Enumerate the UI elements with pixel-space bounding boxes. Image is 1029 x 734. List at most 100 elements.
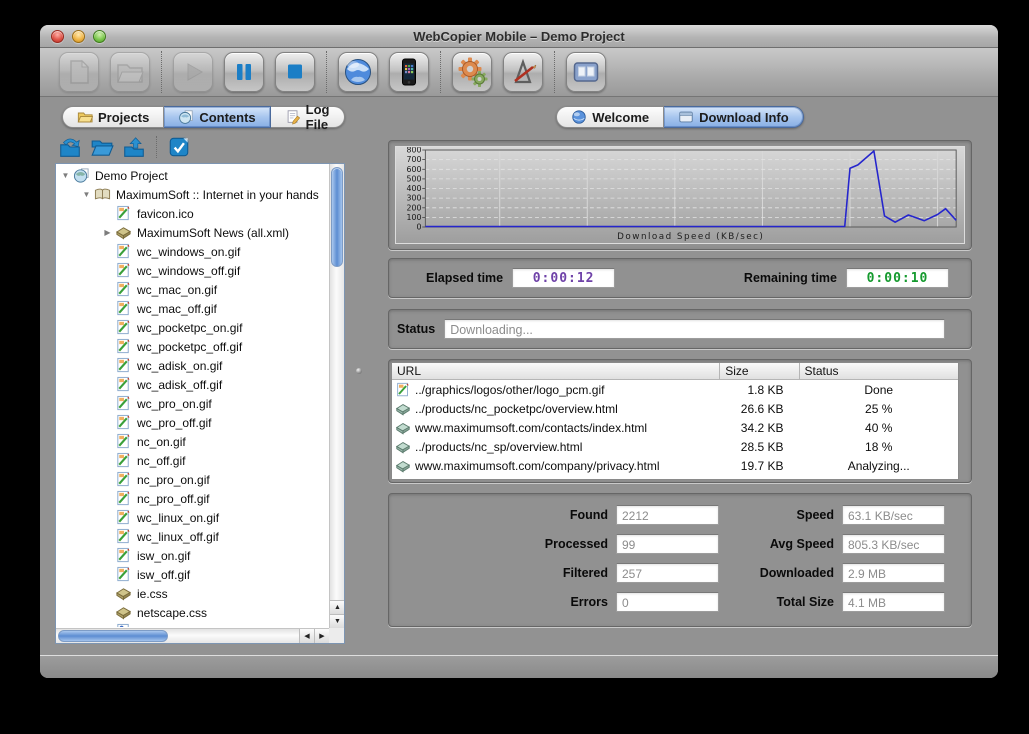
tree-horizontal-scrollbar[interactable]: ◀ ▶ [56, 628, 329, 643]
splitter-handle-icon[interactable] [356, 368, 362, 374]
browser-button[interactable] [338, 52, 378, 92]
column-header-url[interactable]: URL [392, 363, 720, 379]
tree-item-wc-windows-off-gif[interactable]: wc_windows_off.gif [56, 261, 328, 280]
expander-open-icon[interactable]: ▼ [58, 171, 73, 180]
stat-field-filtered[interactable]: 257 [616, 563, 719, 583]
update-project-button[interactable] [57, 134, 83, 160]
svg-text:700: 700 [407, 155, 422, 164]
scroll-right-button[interactable]: ▶ [314, 629, 329, 643]
column-header-status[interactable]: Status [800, 363, 958, 379]
design-tools-button[interactable] [503, 52, 543, 92]
scroll-up-button[interactable]: ▲ [330, 600, 345, 614]
scroll-left-button[interactable]: ◀ [299, 629, 314, 643]
tree-item-isw-off-gif[interactable]: isw_off.gif [56, 565, 328, 584]
mobile-device-button[interactable] [389, 52, 429, 92]
open-folder-button[interactable] [89, 134, 115, 160]
tab-welcome[interactable]: Welcome [556, 106, 664, 128]
status-cell: 25 % [800, 402, 958, 416]
tree-item-wc-linux-off-gif[interactable]: wc_linux_off.gif [56, 527, 328, 546]
tree-item-wc-mac-on-gif[interactable]: wc_mac_on.gif [56, 280, 328, 299]
tree-item-wc-windows-on-gif[interactable]: wc_windows_on.gif [56, 242, 328, 261]
export-files-button[interactable] [121, 134, 147, 160]
tree-item-wc-mac-off-gif[interactable]: wc_mac_off.gif [56, 299, 328, 318]
svg-text:200: 200 [407, 203, 422, 212]
scroll-down-button[interactable]: ▼ [330, 614, 345, 628]
stat-field-speed[interactable]: 63.1 KB/sec [842, 505, 945, 525]
tree-item-wc-pro-on-gif[interactable]: wc_pro_on.gif [56, 394, 328, 413]
table-row[interactable]: ../graphics/logos/other/logo_pcm.gif1.8 … [392, 380, 958, 399]
url-cell: ../graphics/logos/other/logo_pcm.gif [415, 383, 604, 397]
book-teal-icon [395, 401, 411, 417]
table-row[interactable]: ../products/nc_sp/overview.html28.5 KB18… [392, 437, 958, 456]
image-file-icon [115, 357, 133, 374]
speed-chart-svg: 0100200300400500600700800Download Speed … [396, 147, 964, 243]
tree-item-nc-pro-off-gif[interactable]: nc_pro_off.gif [56, 489, 328, 508]
stat-field-found[interactable]: 2212 [616, 505, 719, 525]
table-row[interactable]: ../products/nc_pocketpc/overview.html26.… [392, 399, 958, 418]
tab-log-file[interactable]: Log File [271, 106, 345, 128]
media-library-button[interactable] [566, 52, 606, 92]
tree-vertical-scrollbar[interactable]: ▲ ▼ [329, 164, 344, 628]
tab-label: Projects [98, 110, 149, 125]
horizontal-scroll-thumb[interactable] [58, 630, 168, 642]
stop-download-button[interactable] [275, 52, 315, 92]
table-row[interactable]: www.maximumsoft.com/contacts/index.html3… [392, 418, 958, 437]
vertical-scroll-thumb[interactable] [331, 167, 343, 267]
tree-item-ie-css[interactable]: ie.css [56, 584, 328, 603]
svg-text:100: 100 [407, 213, 422, 222]
start-download-button[interactable] [173, 52, 213, 92]
tree-item-maximumsoft-internet-in-your-hands[interactable]: ▼MaximumSoft :: Internet in your hands [56, 185, 328, 204]
select-files-button[interactable] [166, 134, 192, 160]
table-row[interactable]: www.maximumsoft.com/company/privacy.html… [392, 456, 958, 475]
stat-field-downloaded[interactable]: 2.9 MB [842, 563, 945, 583]
table-header: URLSizeStatus [392, 363, 958, 380]
open-project-button[interactable] [110, 52, 150, 92]
tree-item-wc-adisk-off-gif[interactable]: wc_adisk_off.gif [56, 375, 328, 394]
tab-download-info[interactable]: Download Info [664, 106, 804, 128]
tree-item-label: ie.css [137, 587, 168, 601]
tab-contents[interactable]: Contents [164, 106, 270, 128]
image-file-icon [115, 262, 133, 279]
tree-item-maximumsoft-news-all-xml[interactable]: ▶MaximumSoft News (all.xml) [56, 223, 328, 242]
tree-item-demo-project[interactable]: ▼Demo Project [56, 166, 328, 185]
toolbar-separator [156, 136, 157, 158]
tree-item-nc-pro-on-gif[interactable]: nc_pro_on.gif [56, 470, 328, 489]
column-header-size[interactable]: Size [720, 363, 799, 379]
tree-item-wc-pocketpc-on-gif[interactable]: wc_pocketpc_on.gif [56, 318, 328, 337]
image-file-icon [115, 490, 133, 507]
tree-item-isw-on-gif[interactable]: isw_on.gif [56, 546, 328, 565]
pause-download-button[interactable] [224, 52, 264, 92]
tree-item-wc-linux-on-gif[interactable]: wc_linux_on.gif [56, 508, 328, 527]
remaining-time-field: 0:00:10 [846, 268, 949, 288]
tree-item-nc-on-gif[interactable]: nc_on.gif [56, 432, 328, 451]
tree-item-snow-js[interactable]: snow.js [56, 622, 328, 627]
new-project-button[interactable] [59, 52, 99, 92]
stat-field-errors[interactable]: 0 [616, 592, 719, 612]
status-bar [40, 655, 998, 678]
remaining-time-label: Remaining time [744, 271, 837, 285]
settings-button[interactable] [452, 52, 492, 92]
tree-item-favicon-ico[interactable]: favicon.ico [56, 204, 328, 223]
svg-text:0: 0 [416, 223, 421, 232]
tree-item-netscape-css[interactable]: netscape.css [56, 603, 328, 622]
tree-item-nc-off-gif[interactable]: nc_off.gif [56, 451, 328, 470]
tree-item-wc-pocketpc-off-gif[interactable]: wc_pocketpc_off.gif [56, 337, 328, 356]
expander-closed-icon[interactable]: ▶ [100, 228, 115, 237]
tree-item-wc-adisk-on-gif[interactable]: wc_adisk_on.gif [56, 356, 328, 375]
stat-field-total-size[interactable]: 4.1 MB [842, 592, 945, 612]
downloads-table-box: URLSizeStatus../graphics/logos/other/log… [388, 359, 972, 483]
expander-open-icon[interactable]: ▼ [79, 190, 94, 199]
panel-splitter[interactable] [345, 106, 375, 655]
book-icon [115, 604, 133, 621]
tab-label: Contents [199, 110, 255, 125]
tab-label: Download Info [699, 110, 789, 125]
main-content: Projects Contents Log File ▼Demo Project▼M… [40, 97, 998, 655]
stat-field-processed[interactable]: 99 [616, 534, 719, 554]
status-field[interactable]: Downloading... [444, 319, 945, 339]
tab-projects[interactable]: Projects [62, 106, 164, 128]
stat-field-avg-speed[interactable]: 805.3 KB/sec [842, 534, 945, 554]
app-window: WebCopier Mobile – Demo Project Projects… [40, 25, 998, 678]
image-file-icon [115, 509, 133, 526]
tree-item-wc-pro-off-gif[interactable]: wc_pro_off.gif [56, 413, 328, 432]
titlebar[interactable]: WebCopier Mobile – Demo Project [40, 25, 998, 48]
